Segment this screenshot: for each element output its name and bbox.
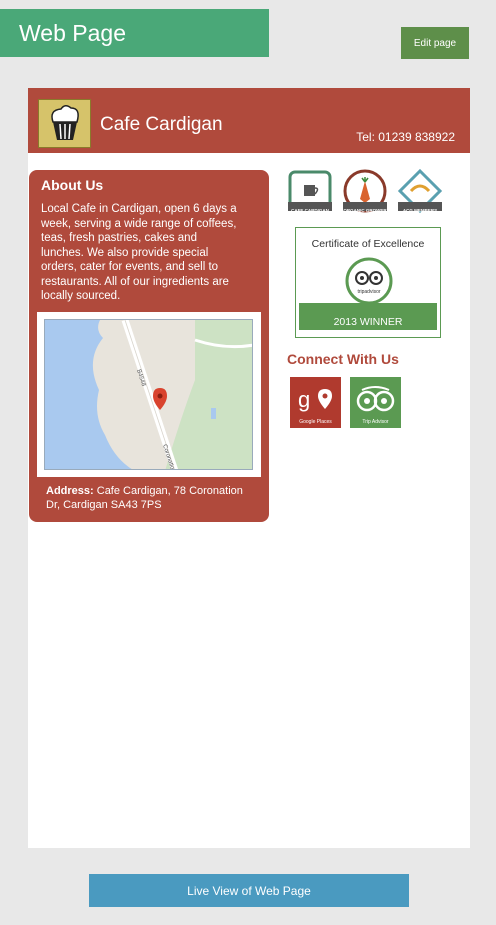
about-heading: About Us [41,177,104,193]
location-map[interactable]: B4548 Coronation [44,319,253,470]
badge-caption: ORGANIC GROWER [343,208,387,213]
page-title: Web Page [19,20,126,46]
cafe-name: Cafe Cardigan [100,114,223,135]
tripadvisor-brand: tripadvisor [357,289,380,295]
badge-caption: CAFE CARDIGAN [291,208,329,213]
cupcake-logo-icon [38,99,91,148]
telephone: Tel: 01239 838922 [356,130,455,144]
site-header: Cafe Cardigan Tel: 01239 838922 [28,88,470,153]
cafe-cardigan-badge: CAFE CARDIGAN [287,169,333,215]
certificate-title: Certificate of Excellence [311,238,425,250]
acg-members-badge: ACG MEMBERS [397,168,443,215]
edit-page-button[interactable]: Edit page [401,27,469,59]
certificate-winner: 2013 WINNER [333,316,403,328]
tripadvisor-owl-icon: tripadvisor [345,257,393,305]
live-view-button[interactable]: Live View of Web Page [89,874,409,907]
address: Address: Cafe Cardigan, 78 Coronation Dr… [46,484,256,512]
google-places-link[interactable]: g Google Places [290,377,341,428]
badge-caption: ACG MEMBERS [402,208,438,213]
trip-advisor-link[interactable]: Trip Advisor [350,377,401,428]
address-label: Address: [46,485,94,497]
certificate-of-excellence[interactable]: Certificate of Excellence tripadvisor 20… [295,227,441,338]
map-frame: B4548 Coronation [37,312,261,477]
connect-heading: Connect With Us [287,351,399,367]
about-text: Local Cafe in Cardigan, open 6 days a we… [41,203,237,302]
membership-badges: CAFE CARDIGAN ORGANIC GROWER ACG MEMBERS [287,168,447,215]
about-us-panel: About Us Local Cafe in Cardigan, open 6 … [29,170,269,522]
trip-caption: Trip Advisor [362,419,389,425]
web-page-preview: Cafe Cardigan Tel: 01239 838922 About Us… [28,88,470,848]
svg-text:g: g [298,387,310,412]
top-bar: Web Page [0,9,269,57]
organic-grower-badge: ORGANIC GROWER [342,169,388,215]
google-caption: Google Places [299,419,332,425]
